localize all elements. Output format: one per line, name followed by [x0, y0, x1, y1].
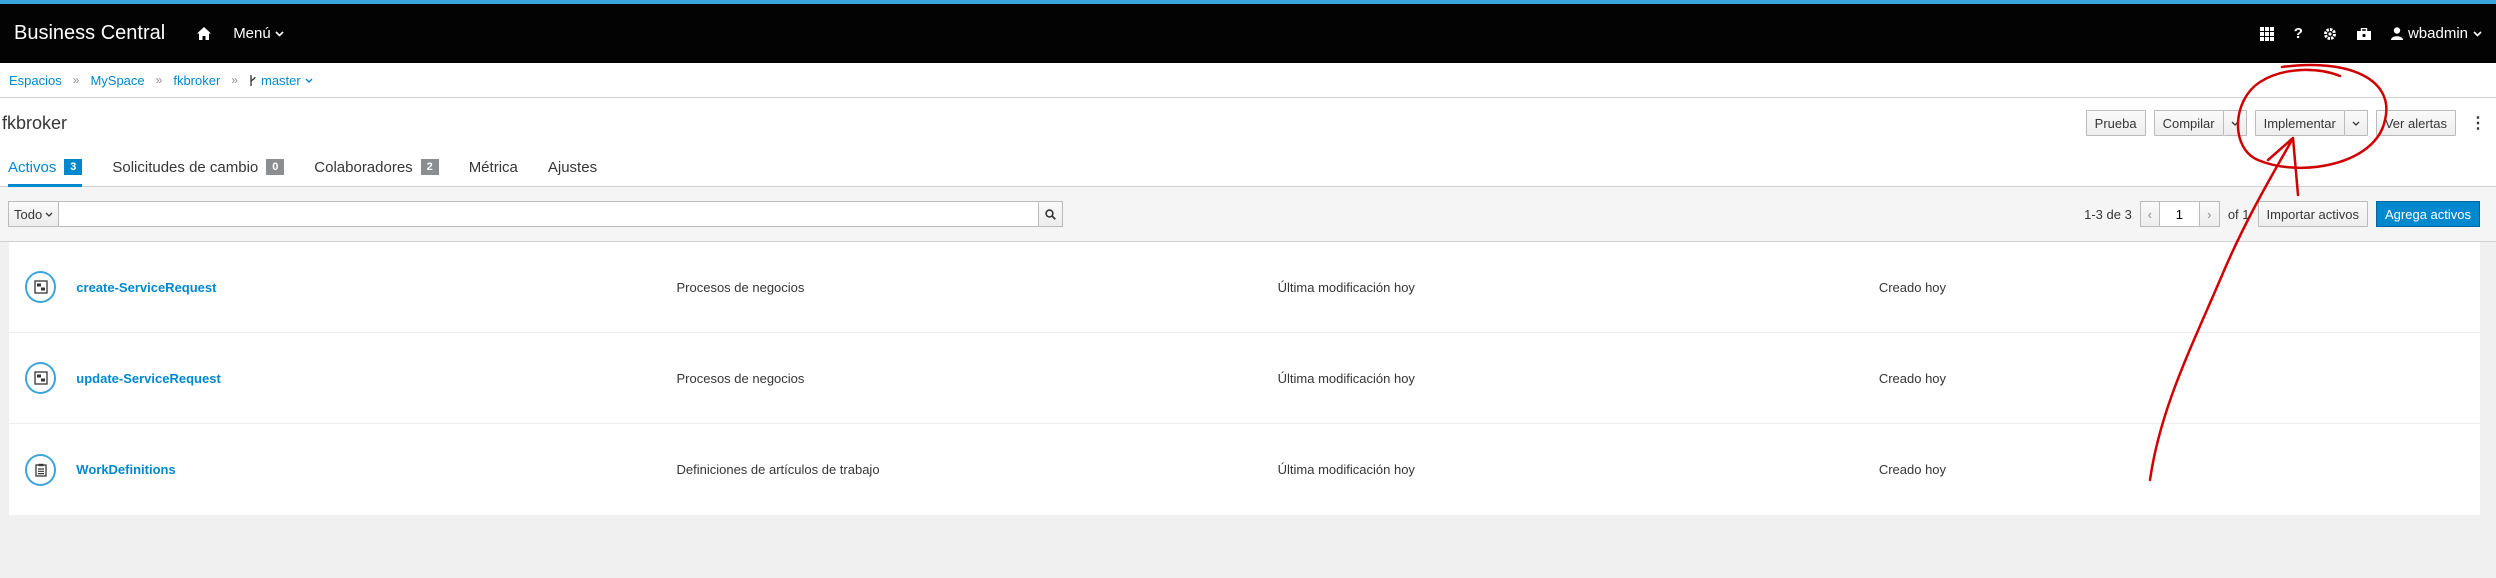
asset-name-link[interactable]: update-ServiceRequest [76, 371, 676, 386]
asset-name-link[interactable]: WorkDefinitions [76, 462, 676, 477]
user-icon [2390, 27, 2403, 40]
count-badge: 2 [420, 159, 439, 175]
asset-type: Procesos de negocios [676, 279, 805, 295]
asset-type: Definiciones de artículos de trabajo [676, 462, 880, 477]
asset-type: Procesos de negocios [676, 370, 805, 386]
chevron-down-icon [45, 212, 53, 217]
add-asset-button[interactable]: Agrega activos [2376, 201, 2480, 227]
tab-contributors[interactable]: Colaboradores 2 [314, 148, 439, 186]
branch-name: master [260, 72, 301, 88]
list-item: update-ServiceRequest Procesos de negoci… [9, 333, 2480, 424]
deploy-button-group: Implementar [2254, 110, 2368, 136]
chevron-down-icon [305, 78, 313, 83]
breadcrumb-project[interactable]: fkbroker [173, 73, 220, 88]
search-input[interactable] [59, 201, 1040, 227]
count-badge: 3 [64, 159, 83, 175]
main-menu-label: Menú [233, 25, 271, 42]
count-badge: 0 [266, 159, 285, 175]
deploy-button[interactable]: Implementar [2254, 110, 2345, 136]
build-button-group: Compilar [2153, 110, 2247, 136]
process-icon [25, 271, 57, 303]
work-definitions-icon [25, 453, 57, 486]
view-alerts-button[interactable]: Ver alertas [2375, 110, 2456, 136]
test-button[interactable]: Prueba [2085, 110, 2146, 136]
assets-toolbar: Todo 1-3 de 3 ‹ › of 1 Importar activos … [0, 187, 2496, 242]
pagination: 1-3 de 3 ‹ › of 1 Importar activos Agreg… [2084, 201, 2480, 227]
user-menu[interactable]: wbadmin [2390, 25, 2482, 42]
brand-title[interactable]: Business Central [14, 22, 165, 45]
settings-gear-icon[interactable] [2323, 27, 2337, 41]
tab-label: Ajustes [547, 158, 598, 176]
list-item: WorkDefinitions Definiciones de artículo… [9, 424, 2480, 515]
chevron-down-icon [2473, 30, 2482, 37]
breadcrumb: Espacios » MySpace » fkbroker » master [0, 63, 2496, 98]
filter-type-dropdown[interactable]: Todo [8, 201, 60, 227]
breadcrumb-separator: » [231, 73, 238, 87]
deploy-dropdown-toggle[interactable] [2344, 110, 2368, 136]
asset-modified: Última modificación hoy [1277, 462, 1415, 477]
chevron-down-icon [275, 30, 284, 37]
tab-label: Métrica [468, 158, 518, 176]
list-item: create-ServiceRequest Procesos de negoci… [9, 242, 2480, 333]
chevron-down-icon [2352, 121, 2360, 126]
apps-grid-icon[interactable] [2259, 26, 2274, 41]
breadcrumb-spaces[interactable]: Espacios [9, 73, 62, 88]
asset-created: Creado hoy [1878, 462, 1947, 477]
next-page-button[interactable]: › [2199, 201, 2220, 227]
project-tabs: Activos 3 Solicitudes de cambio 0 Colabo… [0, 148, 2496, 187]
asset-modified: Última modificación hoy [1277, 370, 1415, 386]
page-total: of 1 [2227, 206, 2250, 222]
page-title: fkbroker [2, 112, 68, 133]
tab-assets[interactable]: Activos 3 [8, 148, 83, 187]
filter-type-label: Todo [14, 206, 43, 222]
breadcrumb-myspace[interactable]: MySpace [90, 73, 144, 88]
breadcrumb-separator: » [72, 73, 80, 87]
tab-label: Activos [8, 158, 57, 176]
import-assets-button[interactable]: Importar activos [2257, 201, 2368, 227]
asset-created: Creado hoy [1878, 370, 1947, 386]
branch-selector[interactable]: master [249, 73, 313, 88]
build-button[interactable]: Compilar [2153, 110, 2224, 136]
asset-list: create-ServiceRequest Procesos de negoci… [9, 242, 2480, 515]
main-menu-dropdown[interactable]: Menú [233, 25, 284, 42]
tab-metrics[interactable]: Métrica [469, 148, 518, 186]
tab-change-requests[interactable]: Solicitudes de cambio 0 [112, 148, 285, 186]
tab-label: Colaboradores [314, 158, 413, 176]
asset-filter: Todo [8, 201, 1064, 227]
build-dropdown-toggle[interactable] [2223, 110, 2247, 136]
asset-name-link[interactable]: create-ServiceRequest [76, 280, 676, 295]
asset-created: Creado hoy [1878, 279, 1947, 295]
admin-briefcase-icon[interactable] [2356, 27, 2371, 40]
tab-settings[interactable]: Ajustes [548, 148, 597, 186]
process-icon [25, 362, 57, 394]
masthead: Business Central Menú ? wbadmin [0, 4, 2496, 63]
tab-label: Solicitudes de cambio [112, 158, 259, 176]
kebab-menu-icon[interactable]: ⋮ [2470, 113, 2486, 133]
search-button[interactable] [1039, 201, 1064, 227]
pagination-range: 1-3 de 3 [2084, 206, 2132, 222]
project-title-bar: fkbroker Prueba Compilar Implementar Ver… [0, 98, 2496, 148]
branch-icon [250, 74, 256, 86]
page-number-input[interactable] [2159, 201, 2200, 227]
help-icon[interactable]: ? [2294, 25, 2303, 42]
search-icon [1045, 208, 1057, 220]
user-name: wbadmin [2407, 25, 2468, 42]
prev-page-button[interactable]: ‹ [2139, 201, 2160, 227]
asset-modified: Última modificación hoy [1277, 279, 1415, 295]
chevron-down-icon [2231, 121, 2239, 126]
home-icon[interactable] [197, 27, 212, 40]
breadcrumb-separator: » [155, 73, 163, 87]
